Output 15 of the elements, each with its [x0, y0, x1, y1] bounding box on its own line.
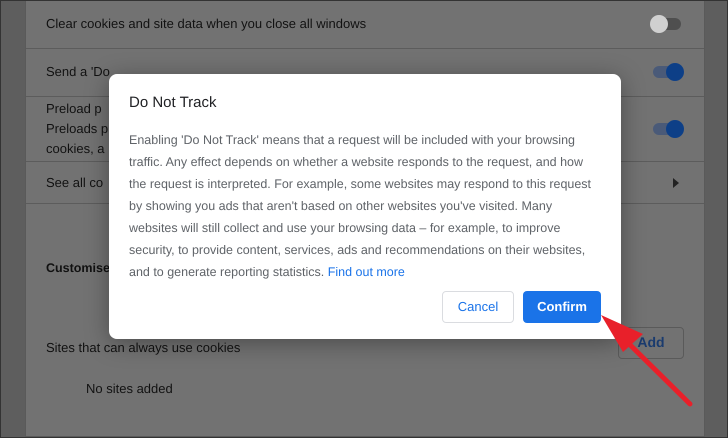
setting-description: cookies, a: [46, 140, 106, 158]
dialog-body: Enabling 'Do Not Track' means that a request will be included with your browsing traffic. Any effect depends on whether a website responds to the request, and how the request is interpreted. For example, some websites may respond to this request by showing you ads that aren't based on other websites you've visited. Many websites will still collect and use your browsing data – for example, to improve security, to provide content, services, ads and recommendations on their websites, and to generate reporting statistics. Find out more: [129, 132, 592, 281]
setting-label: Clear cookies and site data when you close all windows: [46, 15, 366, 34]
list-label: Sites that can always use cookies: [46, 339, 240, 358]
empty-list-text: No sites added: [86, 380, 173, 396]
setting-description: Preloads p: [46, 120, 108, 138]
setting-label: See all co: [46, 174, 104, 192]
confirm-button[interactable]: Confirm: [523, 291, 601, 323]
cancel-button[interactable]: Cancel: [442, 291, 514, 323]
section-heading: Customise: [46, 261, 110, 276]
find-out-more-link[interactable]: Find out more: [328, 264, 405, 278]
chevron-right-icon[interactable]: [673, 178, 679, 188]
setting-label: Preload p: [46, 100, 103, 118]
setting-label: Send a 'Do: [46, 63, 110, 82]
dialog-title: Do Not Track: [129, 93, 218, 113]
